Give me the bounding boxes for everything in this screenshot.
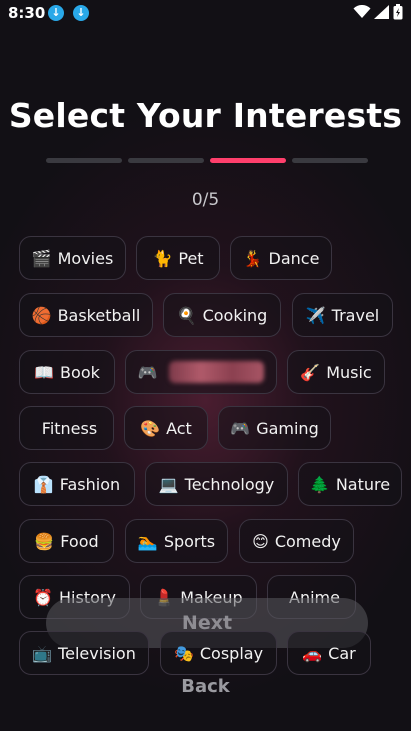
interest-chip-book[interactable]: 📖 Book — [19, 350, 115, 394]
interest-chip-music[interactable]: 🎸 Music — [287, 350, 385, 394]
interest-chip-cosplay[interactable]: 🎭 Cosplay — [160, 631, 277, 675]
chip-label: Fitness — [41, 418, 98, 438]
cat-icon: 🐈 — [152, 248, 173, 268]
interest-chip-cooking[interactable]: 🍳 Cooking — [163, 293, 281, 337]
chip-label: Pet — [178, 248, 204, 268]
system-icons — [353, 4, 403, 20]
progress-step — [292, 158, 368, 163]
costume-icon: 🎭 — [173, 643, 194, 663]
clapperboard-icon: 🎬 — [31, 248, 52, 268]
interest-chip-basketball[interactable]: 🏀 Basketball — [19, 293, 153, 337]
tree-icon: 🌲 — [309, 474, 330, 494]
download-icon: ↓ — [73, 5, 89, 21]
television-icon: 📺 — [32, 643, 53, 663]
chip-label: Act — [166, 418, 192, 438]
interest-chip-dance[interactable]: 💃 Dance — [230, 236, 332, 280]
progress-indicator — [46, 158, 368, 163]
interest-chip-sports[interactable]: 🏊 Sports — [125, 519, 228, 563]
laptop-icon: 💻 — [158, 474, 179, 494]
interest-chip-fashion[interactable]: 👔 Fashion — [19, 462, 135, 506]
interest-chip-car[interactable]: 🚗 Car — [287, 631, 371, 675]
chip-label: Technology — [184, 474, 275, 494]
interest-chip-technology[interactable]: 💻 Technology — [145, 462, 288, 506]
battery-icon — [393, 4, 403, 20]
interest-chip-comedy[interactable]: 😊 Comedy — [239, 519, 354, 563]
wifi-icon — [353, 5, 371, 18]
back-button[interactable]: Back — [0, 676, 411, 697]
status-bar: 8:30 ↓ ↓ — [0, 0, 411, 26]
car-icon: 🚗 — [302, 643, 323, 663]
chip-label: Fashion — [59, 474, 121, 494]
redacted-blur — [169, 361, 265, 383]
status-time: 8:30 — [8, 4, 46, 22]
interest-chip-movies[interactable]: 🎬 Movies — [19, 236, 126, 280]
swimmer-icon: 🏊 — [137, 531, 158, 551]
interest-chip-food[interactable]: 🍔 Food — [19, 519, 114, 563]
chip-label: Cosplay — [199, 643, 264, 663]
gamepad-icon: 🎮 — [137, 362, 158, 382]
chip-label: Comedy — [274, 531, 341, 551]
progress-step-active — [210, 158, 286, 163]
interest-chip-gaming[interactable]: 🎮 Gaming — [218, 406, 331, 450]
necktie-icon: 👔 — [33, 474, 54, 494]
dancer-icon: 💃 — [242, 248, 263, 268]
selection-counter: 0/5 — [191, 190, 220, 210]
interest-chip-act[interactable]: 🎨 Act — [124, 406, 208, 450]
chip-label: Travel — [331, 305, 380, 325]
chip-label: Dance — [268, 248, 320, 268]
frying-pan-icon: 🍳 — [176, 305, 197, 325]
interest-chip-nature[interactable]: 🌲 Nature — [298, 462, 402, 506]
chip-label: Sports — [163, 531, 216, 551]
book-icon: 📖 — [34, 362, 55, 382]
interest-chip-fitness[interactable]: Fitness — [19, 406, 114, 450]
interest-chip-television[interactable]: 📺 Television — [19, 631, 149, 675]
burger-icon: 🍔 — [34, 531, 55, 551]
alarm-clock-icon: ⏰ — [33, 587, 53, 607]
chip-label: Movies — [57, 248, 114, 268]
chip-label: Book — [60, 362, 100, 382]
airplane-icon: ✈️ — [305, 305, 326, 325]
guitar-icon: 🎸 — [300, 362, 321, 382]
signal-icon — [374, 5, 389, 19]
chip-label: Car — [328, 643, 356, 663]
basketball-icon: 🏀 — [31, 305, 52, 325]
chip-label: Gaming — [256, 418, 319, 438]
progress-step — [128, 158, 204, 163]
progress-step — [46, 158, 122, 163]
chip-label: Nature — [335, 474, 391, 494]
interest-chip-pet[interactable]: 🐈 Pet — [136, 236, 220, 280]
chip-label: Television — [58, 643, 136, 663]
chip-label: Food — [60, 531, 99, 551]
interest-chip-redacted[interactable]: 🎮 — [125, 350, 277, 394]
palette-icon: 🎨 — [140, 418, 161, 438]
gamepad-icon: 🎮 — [230, 418, 251, 438]
download-icon: ↓ — [48, 5, 64, 21]
smile-icon: 😊 — [252, 531, 269, 551]
page-title: Select Your Interests — [8, 96, 403, 135]
chip-label: Cooking — [202, 305, 268, 325]
chip-label: Basketball — [57, 305, 141, 325]
interest-chip-travel[interactable]: ✈️ Travel — [292, 293, 393, 337]
chip-label: Music — [326, 362, 372, 382]
